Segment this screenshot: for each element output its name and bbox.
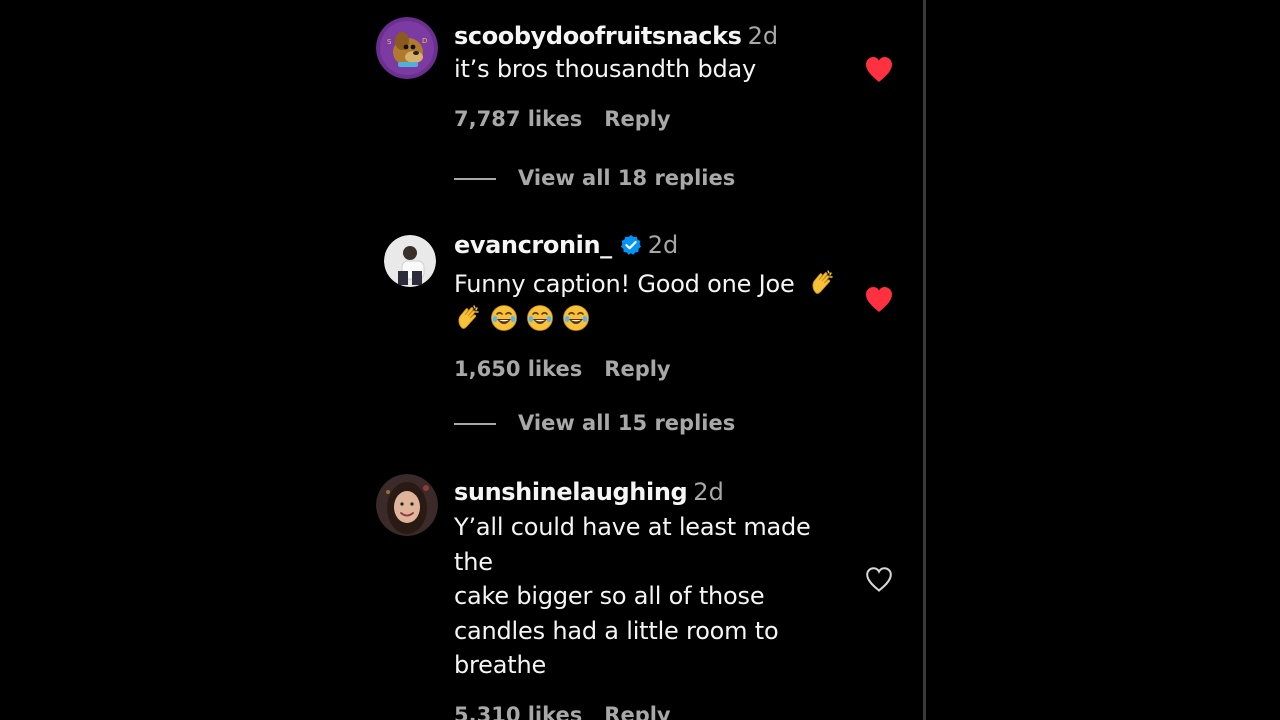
emoji-row [454, 302, 846, 337]
username[interactable]: scoobydoofruitsnacks [454, 22, 742, 50]
reply-button[interactable]: Reply [604, 107, 670, 131]
comment-header: scoobydoofruitsnacks 2d [454, 20, 846, 52]
like-heart-filled-icon[interactable] [864, 285, 894, 313]
comment-text: Y’all could have at least made the cake … [454, 510, 846, 683]
avatar[interactable]: S D [376, 17, 438, 79]
tears-of-joy-icon [562, 304, 590, 332]
replies-divider-line [454, 178, 496, 180]
svg-text:S: S [387, 38, 392, 46]
scooby-doo-avatar-icon: S D [376, 17, 438, 79]
reply-button[interactable]: Reply [604, 703, 670, 720]
clapping-hands-icon [808, 269, 836, 297]
comment-meta: 5,310 likes Reply [454, 701, 846, 720]
comment-header: evancronin_ 2d [454, 229, 846, 261]
comment-text-line: Y’all could have at least made the [454, 513, 811, 576]
likes-count[interactable]: 5,310 likes [454, 703, 582, 720]
panel-divider [923, 0, 926, 720]
likes-count[interactable]: 7,787 likes [454, 107, 582, 131]
comment-text-line: cake bigger so all of those [454, 582, 765, 610]
view-replies-label: View all 18 replies [518, 166, 736, 190]
comment-text: Funny caption! Good one Joe [454, 267, 846, 302]
svg-text:D: D [422, 37, 427, 45]
woman-avatar-icon [376, 474, 438, 536]
like-heart-outline-icon[interactable] [864, 565, 894, 593]
clapping-hands-icon [454, 304, 482, 332]
username[interactable]: evancronin_ [454, 231, 612, 259]
view-replies-button[interactable]: View all 18 replies [454, 166, 735, 190]
comment-meta: 1,650 likes Reply [454, 355, 846, 383]
comment-meta: 7,787 likes Reply [454, 105, 846, 133]
comment-header: sunshinelaughing 2d [454, 476, 846, 508]
avatar[interactable] [376, 474, 438, 536]
comments-panel: S D scoobydoofruitsnacks 2d it’s bros tho… [0, 0, 1280, 720]
timestamp: 2d [693, 478, 724, 506]
avatar[interactable] [384, 235, 436, 287]
verified-badge-icon [620, 235, 641, 255]
comment-text: it’s bros thousandth bday [454, 55, 757, 83]
view-replies-label: View all 15 replies [518, 411, 736, 435]
timestamp: 2d [647, 231, 679, 259]
comment-text-line: candles had a little room to [454, 616, 779, 645]
comment-text-line: breathe [454, 651, 547, 679]
username[interactable]: sunshinelaughing [454, 478, 688, 506]
person-avatar-icon [384, 235, 436, 287]
tears-of-joy-icon [526, 304, 554, 332]
timestamp: 2d [747, 22, 779, 50]
comment-text-line: Funny caption! Good one Joe [454, 270, 795, 298]
reply-button[interactable]: Reply [604, 357, 670, 381]
likes-count[interactable]: 1,650 likes [454, 357, 582, 381]
view-replies-button[interactable]: View all 15 replies [454, 411, 735, 435]
tears-of-joy-icon [490, 304, 518, 332]
replies-divider-line [454, 423, 496, 425]
like-heart-filled-icon[interactable] [864, 55, 894, 83]
